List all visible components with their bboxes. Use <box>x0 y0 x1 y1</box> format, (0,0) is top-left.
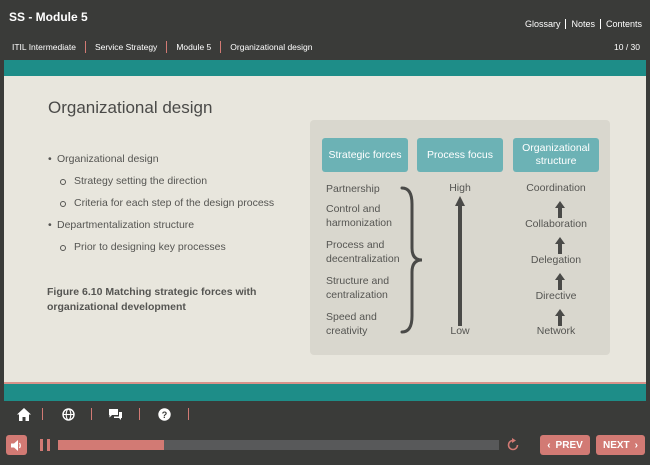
sub-bullet-item: Criteria for each step of the design pro… <box>48 197 308 219</box>
slide-content: Organizational design Organizational des… <box>4 76 646 382</box>
structure-arrowhead <box>555 237 565 244</box>
globe-icon[interactable] <box>60 407 76 421</box>
top-links: Glossary Notes Contents <box>525 19 642 29</box>
bullet-item: Departmentalization structure <box>48 219 308 241</box>
structure-label: Coordination <box>526 182 586 194</box>
slide-top-bar <box>4 60 646 76</box>
page-counter: 10 / 30 <box>614 42 640 52</box>
structure-label: Collaboration <box>525 218 587 230</box>
process-focus-header: Process focus <box>417 138 503 172</box>
structure-label: Directive <box>535 290 577 302</box>
strategic-force-label: Partnership <box>326 183 380 195</box>
process-focus-arrowhead <box>455 196 465 206</box>
chevron-right-icon: › <box>634 439 638 451</box>
structure-label: Network <box>536 325 576 337</box>
next-button[interactable]: NEXT › <box>596 435 645 455</box>
structure-arrowhead <box>555 273 565 280</box>
home-icon[interactable] <box>16 407 32 421</box>
sub-bullet-item: Strategy setting the direction <box>48 175 308 197</box>
strategic-force-label: Structure and centralization <box>326 275 390 301</box>
help-icon[interactable]: ? <box>156 407 172 421</box>
organizational-structure-header: Organizational structure <box>513 138 599 172</box>
structure-arrowhead <box>555 309 565 316</box>
strategic-force-label: Control and harmonization <box>326 203 392 229</box>
pause-button[interactable] <box>40 439 50 451</box>
sub-bullet-item: Prior to designing key processes <box>48 241 308 263</box>
breadcrumb-item: ITIL Intermediate <box>12 42 76 52</box>
breadcrumb-separator <box>166 41 168 53</box>
strategic-force-label: Speed and creativity <box>326 311 377 337</box>
breadcrumb: ITIL Intermediate Service Strategy Modul… <box>12 41 313 53</box>
pause-icon-bar <box>40 439 43 451</box>
bullet-list: Organizational design Strategy setting t… <box>48 153 308 263</box>
speaker-icon <box>10 439 21 451</box>
next-label: NEXT <box>602 439 630 451</box>
toolbar-separator <box>42 408 43 420</box>
structure-arrowhead <box>555 201 565 208</box>
breadcrumb-separator <box>84 41 86 53</box>
toolbar-separator <box>188 408 189 420</box>
chat-icon[interactable] <box>107 407 123 421</box>
progress-bar[interactable] <box>58 440 499 450</box>
pause-icon-bar <box>47 439 50 451</box>
slide-bottom-bar <box>4 384 646 401</box>
prev-label: PREV <box>555 439 583 451</box>
breadcrumb-separator <box>220 41 222 53</box>
breadcrumb-item: Service Strategy <box>94 42 158 52</box>
bullet-item: Organizational design <box>48 153 308 175</box>
app-frame: SS - Module 5 Glossary Notes Contents IT… <box>0 0 650 465</box>
link-separator <box>565 19 567 29</box>
slide-title: Organizational design <box>48 98 213 117</box>
structure-label: Delegation <box>530 254 582 266</box>
progress-fill <box>58 440 164 450</box>
toolbar-separator <box>139 408 140 420</box>
figure-caption: Figure 6.10 Matching strategic forces wi… <box>47 286 257 313</box>
process-focus-low-label: Low <box>450 325 470 337</box>
process-focus-high-label: High <box>449 182 471 194</box>
strategic-force-label: Process and decentralization <box>326 239 400 265</box>
toolbar-separator <box>91 408 92 420</box>
replay-icon[interactable] <box>506 438 520 452</box>
breadcrumb-item: Organizational design <box>230 42 313 52</box>
contents-link[interactable]: Contents <box>606 19 642 29</box>
notes-link[interactable]: Notes <box>571 19 595 29</box>
prev-button[interactable]: ‹ PREV <box>540 435 590 455</box>
glossary-link[interactable]: Glossary <box>525 19 561 29</box>
strategic-forces-header: Strategic forces <box>322 138 408 172</box>
link-separator <box>599 19 601 29</box>
diagram-panel: Strategic forces Process focus Organizat… <box>310 120 610 355</box>
course-title: SS - Module 5 <box>9 10 88 24</box>
breadcrumb-item: Module 5 <box>176 42 212 52</box>
volume-button[interactable] <box>6 435 27 455</box>
chevron-left-icon: ‹ <box>547 439 551 451</box>
svg-text:?: ? <box>161 410 167 420</box>
